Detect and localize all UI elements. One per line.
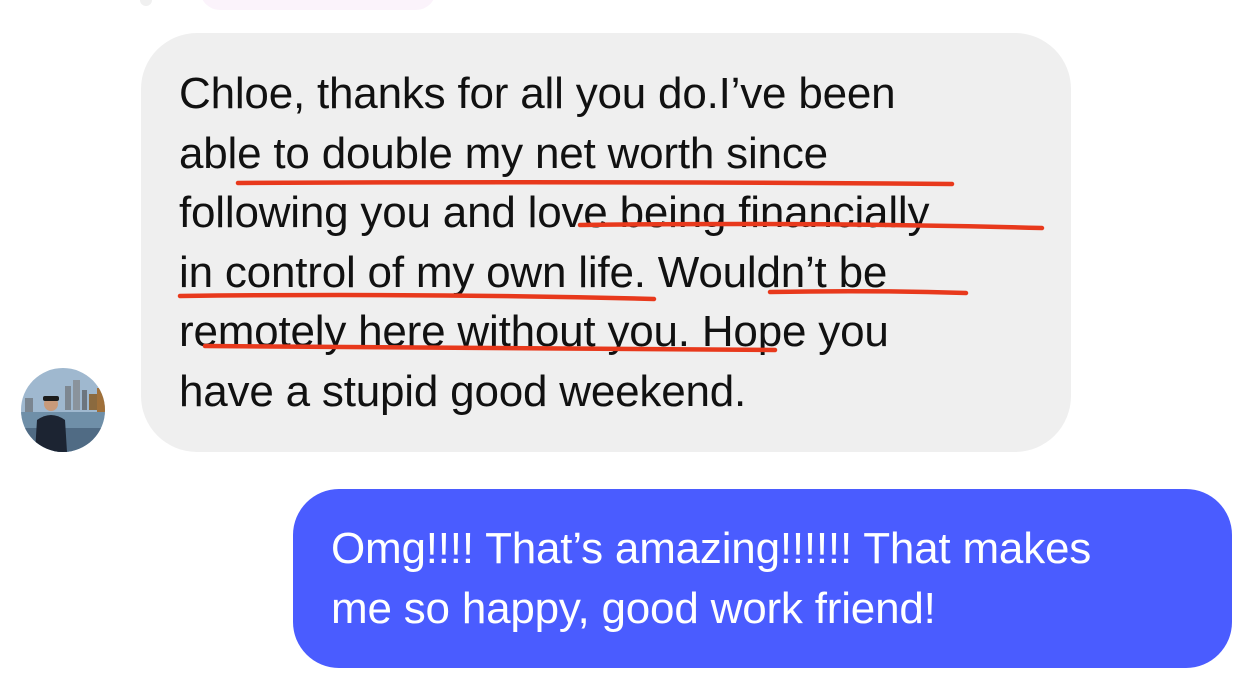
- message-line: remotely here without you. Hope you: [179, 307, 889, 356]
- avatar[interactable]: [21, 368, 105, 452]
- incoming-message-text: Chloe, thanks for all you do.I’ve been a…: [179, 64, 1049, 421]
- chat-thread: Chloe, thanks for all you do.I’ve been a…: [0, 0, 1257, 682]
- incoming-message-bubble[interactable]: Chloe, thanks for all you do.I’ve been a…: [141, 33, 1071, 452]
- previous-message-bubble-edge[interactable]: [200, 0, 436, 10]
- previous-message-avatar-edge: [140, 0, 152, 6]
- message-line: following you and love being financially: [179, 188, 930, 237]
- message-line: Omg!!!! That’s amazing!!!!!! That makes: [331, 524, 1092, 573]
- message-line: Chloe, thanks for all you do.I’ve been: [179, 69, 896, 118]
- message-line: able to double my net worth since: [179, 128, 828, 178]
- message-line: me so happy, good work friend!: [331, 584, 936, 633]
- outgoing-message-bubble[interactable]: Omg!!!! That’s amazing!!!!!! That makes …: [293, 489, 1232, 668]
- person-photo-icon: [21, 368, 105, 452]
- message-line: have a stupid good weekend.: [179, 366, 747, 416]
- message-line: in control of my own life. Wouldn’t be: [179, 247, 888, 297]
- outgoing-message-text: Omg!!!! That’s amazing!!!!!! That makes …: [331, 519, 1211, 639]
